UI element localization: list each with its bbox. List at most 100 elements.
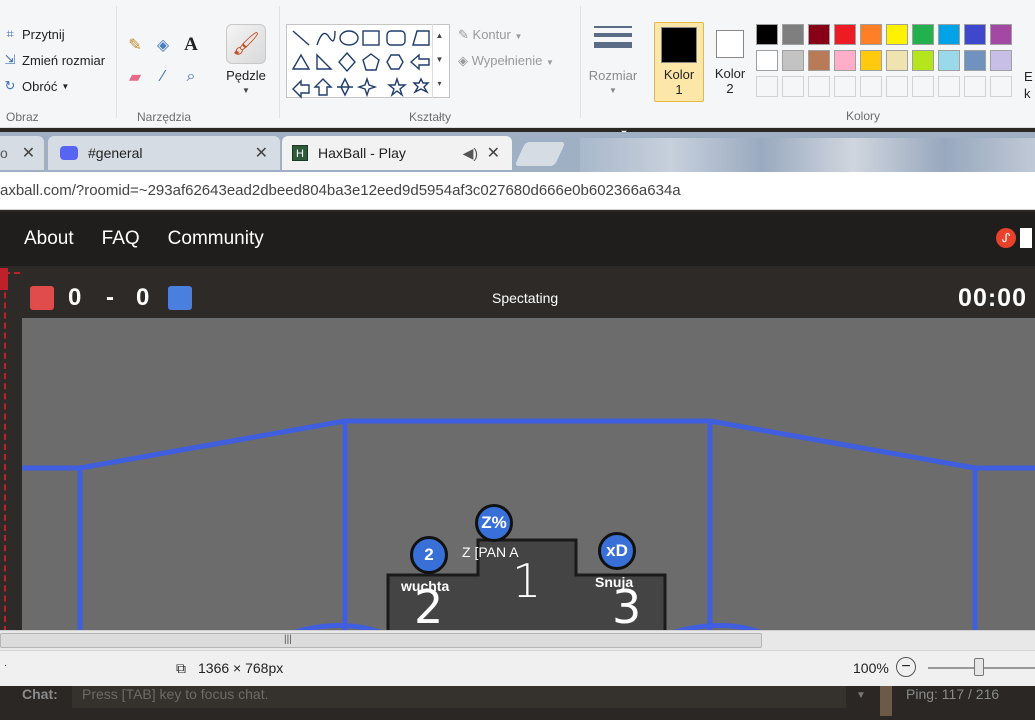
tools-group-label: Narzędzia: [136, 110, 192, 124]
text-tool-icon[interactable]: A: [178, 32, 204, 58]
close-icon[interactable]: ✕: [255, 143, 268, 163]
palette-swatch[interactable]: [808, 24, 830, 45]
divider: [580, 6, 581, 118]
rotate-button[interactable]: ↻ Obróć ▼: [2, 78, 70, 94]
brush-icon: 🖌: [226, 24, 266, 64]
color2-label: Kolor: [714, 66, 746, 81]
rotate-icon: ↻: [4, 78, 16, 93]
tab-discord[interactable]: #general ✕: [48, 136, 280, 170]
crop-button[interactable]: ⌗ Przytnij: [2, 26, 64, 42]
palette-swatch[interactable]: [938, 76, 960, 97]
resize-button[interactable]: ⇲ Zmień rozmiar: [2, 52, 106, 68]
palette-swatch[interactable]: [886, 50, 908, 71]
palette-swatch[interactable]: [834, 24, 856, 45]
zoom-slider-handle[interactable]: [974, 658, 984, 676]
magnifier-icon[interactable]: ⌕: [178, 64, 204, 90]
palette-swatch[interactable]: [990, 76, 1012, 97]
url-text[interactable]: axball.com/?roomid=~293af62643ead2dbeed8…: [0, 182, 681, 199]
palette-swatch[interactable]: [938, 24, 960, 45]
chevron-down-icon: ▼: [609, 86, 617, 95]
shapes-group-label: Kształty: [408, 110, 451, 124]
tab-previous[interactable]: o ✕: [0, 136, 44, 170]
color1-num: 1: [675, 82, 683, 97]
palette-swatch[interactable]: [782, 50, 804, 71]
shapes-group: ▲ ▼ ▾ ✎ Kontur ▼ ◈ Wypełnienie ▼ Kształty: [282, 0, 578, 128]
size-button[interactable]: Rozmiar ▼: [582, 0, 644, 128]
nav-community[interactable]: Community: [168, 228, 264, 250]
pencil-icon[interactable]: ✎: [122, 32, 148, 58]
brushes-label: Pędzle: [226, 68, 266, 83]
fill-bucket-icon[interactable]: ◈: [150, 32, 176, 58]
palette-swatch[interactable]: [912, 24, 934, 45]
desktop-background: [580, 138, 1035, 172]
palette-swatch[interactable]: [782, 24, 804, 45]
chat-input[interactable]: Press [TAB] key to focus chat.: [72, 686, 846, 708]
game-pitch: Z% 2 xD Z [PAN A wuchta Snuja 1 2 3: [22, 318, 1035, 634]
palette-swatch[interactable]: [756, 76, 778, 97]
podium-place-1: 1: [512, 554, 542, 608]
stumbleupon-icon[interactable]: ᔑ: [996, 228, 1016, 248]
palette-swatch[interactable]: [886, 76, 908, 97]
shapes-gallery-svg: [291, 30, 430, 99]
colors-group-label: Kolory: [845, 109, 880, 123]
nav-faq[interactable]: FAQ: [102, 228, 140, 250]
share-icon[interactable]: [1020, 228, 1032, 248]
palette-swatch[interactable]: [938, 50, 960, 71]
zoom-out-button[interactable]: −: [896, 657, 916, 677]
new-tab-button[interactable]: [514, 142, 566, 166]
browser-tab-bar: o ✕ #general ✕ H HaxBall - Play ◀) ✕: [0, 132, 1035, 172]
close-icon[interactable]: ✕: [22, 143, 35, 163]
palette-swatch[interactable]: [860, 76, 882, 97]
podium-place-3: 3: [612, 580, 642, 634]
palette-swatch[interactable]: [964, 76, 986, 97]
address-bar[interactable]: axball.com/?roomid=~293af62643ead2dbeed8…: [0, 172, 1035, 210]
palette-swatch[interactable]: [782, 76, 804, 97]
image-group: ⌗ Przytnij ⇲ Zmień rozmiar ↻ Obróć ▼ Obraz: [0, 0, 116, 128]
palette-swatch[interactable]: [808, 50, 830, 71]
color2-button[interactable]: Kolor 2: [706, 22, 754, 102]
blue-team-icon: [168, 286, 192, 310]
size-label: Rozmiar: [588, 68, 638, 83]
size-lines-icon: [594, 26, 632, 48]
edit-label-text2: k: [1024, 86, 1031, 101]
palette-swatch[interactable]: [990, 50, 1012, 71]
haxball-icon: H: [292, 145, 308, 161]
palette-swatch[interactable]: [756, 24, 778, 45]
eraser-icon[interactable]: ▰: [122, 64, 148, 90]
palette-swatch[interactable]: [990, 24, 1012, 45]
palette-swatch[interactable]: [912, 76, 934, 97]
palette-swatch[interactable]: [912, 50, 934, 71]
color2-swatch: [716, 30, 744, 58]
palette-swatch[interactable]: [964, 50, 986, 71]
shapes-scroll[interactable]: ▲ ▼ ▾: [432, 24, 446, 98]
palette-swatch[interactable]: [834, 50, 856, 71]
palette-swatch[interactable]: [964, 24, 986, 45]
palette-swatch[interactable]: [886, 24, 908, 45]
palette-swatch[interactable]: [834, 76, 856, 97]
selection-handle: [0, 268, 8, 290]
close-icon[interactable]: ✕: [487, 143, 500, 163]
speaker-icon[interactable]: ◀): [463, 145, 478, 162]
horizontal-scrollbar[interactable]: |||: [0, 630, 1035, 650]
palette-swatch[interactable]: [860, 24, 882, 45]
image-group-label: Obraz: [6, 110, 39, 124]
color-picker-icon[interactable]: ⁄: [150, 64, 176, 90]
palette-swatch[interactable]: [756, 50, 778, 71]
scrollbar-thumb[interactable]: |||: [0, 633, 762, 648]
chevron-down-icon: ▼: [514, 32, 523, 41]
palette-swatch[interactable]: [808, 76, 830, 97]
chevron-down-icon[interactable]: ▼: [856, 690, 866, 701]
spectating-label: Spectating: [492, 290, 559, 306]
cursor-position-icon: ·: [4, 660, 8, 671]
fill-button[interactable]: ◈ Wypełnienie ▼: [458, 53, 554, 69]
palette-swatch[interactable]: [860, 50, 882, 71]
tools-group: ✎ ◈ A ▰ ⁄ ⌕ Narzędzia: [118, 0, 210, 128]
tab-haxball[interactable]: H HaxBall - Play ◀) ✕: [282, 136, 512, 170]
brushes-group[interactable]: 🖌 Pędzle ▼: [216, 0, 276, 128]
paint-ribbon: ⌗ Przytnij ⇲ Zmień rozmiar ↻ Obróć ▼ Obraz ✎…: [0, 0, 1035, 136]
edit-colors-label[interactable]: Ek: [1024, 68, 1033, 102]
nav-about[interactable]: About: [24, 228, 74, 250]
outline-button[interactable]: ✎ Kontur ▼: [458, 27, 522, 43]
chat-label: Chat:: [22, 686, 58, 702]
color1-button[interactable]: Kolor 1: [654, 22, 704, 102]
